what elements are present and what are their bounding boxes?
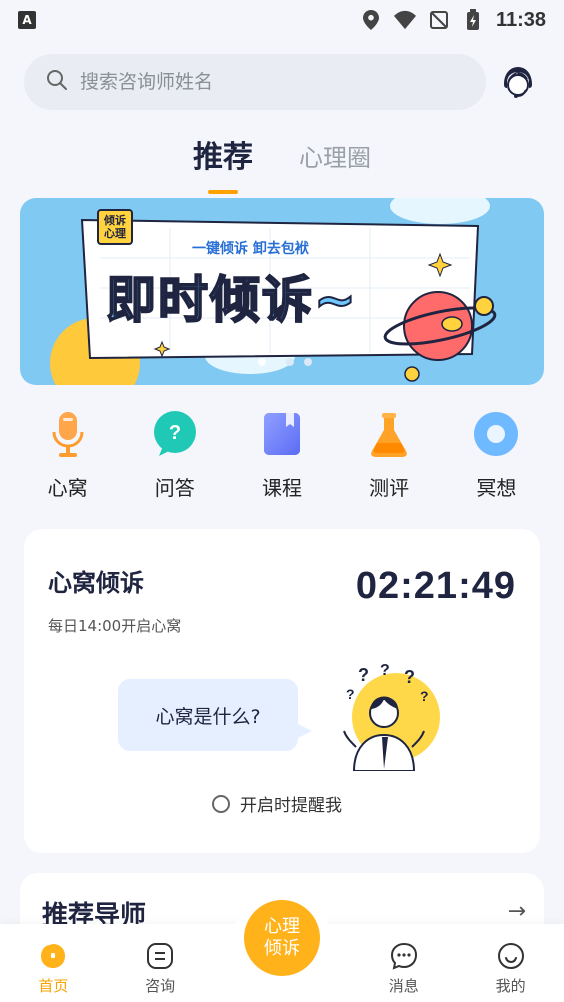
nav-label: 咨询 — [145, 977, 176, 995]
quick-actions: 心窝 ? 问答 课程 测评 冥想 — [0, 410, 564, 501]
consult-icon — [145, 941, 175, 971]
nav-messages[interactable]: 消息 — [364, 941, 444, 996]
heart-talk-card[interactable]: 心窝倾诉 每日14:00开启心窝 02:21:49 心窝是什么? ? ? ? ?… — [24, 529, 540, 853]
meditation-icon — [472, 410, 520, 458]
profile-icon — [496, 941, 526, 971]
quick-item-heart[interactable]: 心窝 — [23, 410, 113, 501]
nav-label: 消息 — [388, 977, 419, 995]
psych-talk-center-button[interactable]: 心理倾诉 — [243, 900, 320, 976]
svg-text:?: ? — [404, 667, 415, 687]
top-tabs: 推荐 心理圈 — [0, 130, 564, 194]
tab-recommend[interactable]: 推荐 — [193, 130, 253, 194]
flask-icon — [365, 410, 413, 458]
search-row — [24, 54, 540, 110]
search-icon — [46, 69, 68, 95]
svg-text:?: ? — [346, 686, 355, 702]
svg-text:?: ? — [358, 665, 369, 685]
nav-home[interactable]: 首页 — [13, 941, 93, 996]
promo-banner[interactable]: 倾诉心理 一键倾诉 卸去包袱 即时倾诉~ — [20, 198, 544, 385]
clock: 11:38 — [495, 8, 546, 31]
card-title: 心窝倾诉 — [48, 569, 144, 597]
bottom-nav: 首页 咨询 心理倾诉 消息 我的 — [0, 900, 564, 1002]
quick-item-meditation[interactable]: 冥想 — [451, 410, 541, 501]
center-button-label: 心理倾诉 — [263, 916, 300, 959]
accessibility-badge-icon: A — [18, 11, 36, 29]
quick-item-label: 心窝 — [47, 476, 88, 500]
banner-subtitle: 一键倾诉 卸去包袱 — [192, 241, 309, 257]
no-signal-icon — [428, 9, 450, 31]
quick-item-qa[interactable]: ? 问答 — [130, 410, 220, 501]
svg-text:?: ? — [420, 688, 429, 704]
message-icon — [389, 941, 419, 971]
bubble-text: 心窝是什么? — [155, 705, 261, 728]
arrow-right-icon[interactable]: → — [508, 899, 526, 924]
countdown-timer: 02:21:49 — [355, 565, 516, 607]
search-input[interactable] — [80, 71, 440, 93]
status-bar: A 11:38 — [0, 0, 564, 40]
wifi-icon — [393, 9, 416, 31]
banner-title: 即时倾诉~ — [105, 270, 358, 330]
search-bar[interactable] — [24, 54, 486, 110]
quick-item-course[interactable]: 课程 — [237, 410, 327, 501]
microphone-icon — [44, 410, 92, 458]
battery-charging-icon — [462, 9, 484, 31]
book-icon — [258, 410, 306, 458]
svg-text:?: ? — [380, 662, 390, 679]
quick-item-label: 测评 — [369, 476, 410, 500]
quick-item-label: 冥想 — [476, 476, 517, 500]
remind-me-toggle[interactable]: 开启时提醒我 — [212, 791, 342, 816]
home-icon — [38, 941, 68, 971]
svg-text:?: ? — [169, 422, 181, 444]
card-subtitle: 每日14:00开启心窝 — [48, 617, 182, 635]
nav-label: 首页 — [38, 977, 69, 995]
quick-item-label: 课程 — [261, 476, 302, 500]
quick-item-test[interactable]: 测评 — [344, 410, 434, 501]
nav-center-wrap: 心理倾诉 — [227, 900, 337, 996]
radio-unchecked-icon[interactable] — [212, 794, 230, 813]
customer-service-avatar-icon[interactable] — [496, 60, 540, 104]
quick-item-label: 问答 — [154, 476, 195, 500]
remind-label: 开启时提醒我 — [240, 796, 342, 816]
tab-psych-circle[interactable]: 心理圈 — [299, 130, 371, 186]
location-icon — [360, 9, 382, 31]
nav-consult[interactable]: 咨询 — [120, 941, 200, 996]
banner-tag: 倾诉心理 — [104, 214, 126, 240]
qa-bubble-icon: ? — [151, 410, 199, 458]
what-is-bubble[interactable]: 心窝是什么? — [118, 679, 312, 751]
confused-person-illustration: ? ? ? ? ? — [324, 661, 444, 772]
nav-label: 我的 — [495, 977, 526, 995]
nav-profile[interactable]: 我的 — [471, 941, 551, 996]
